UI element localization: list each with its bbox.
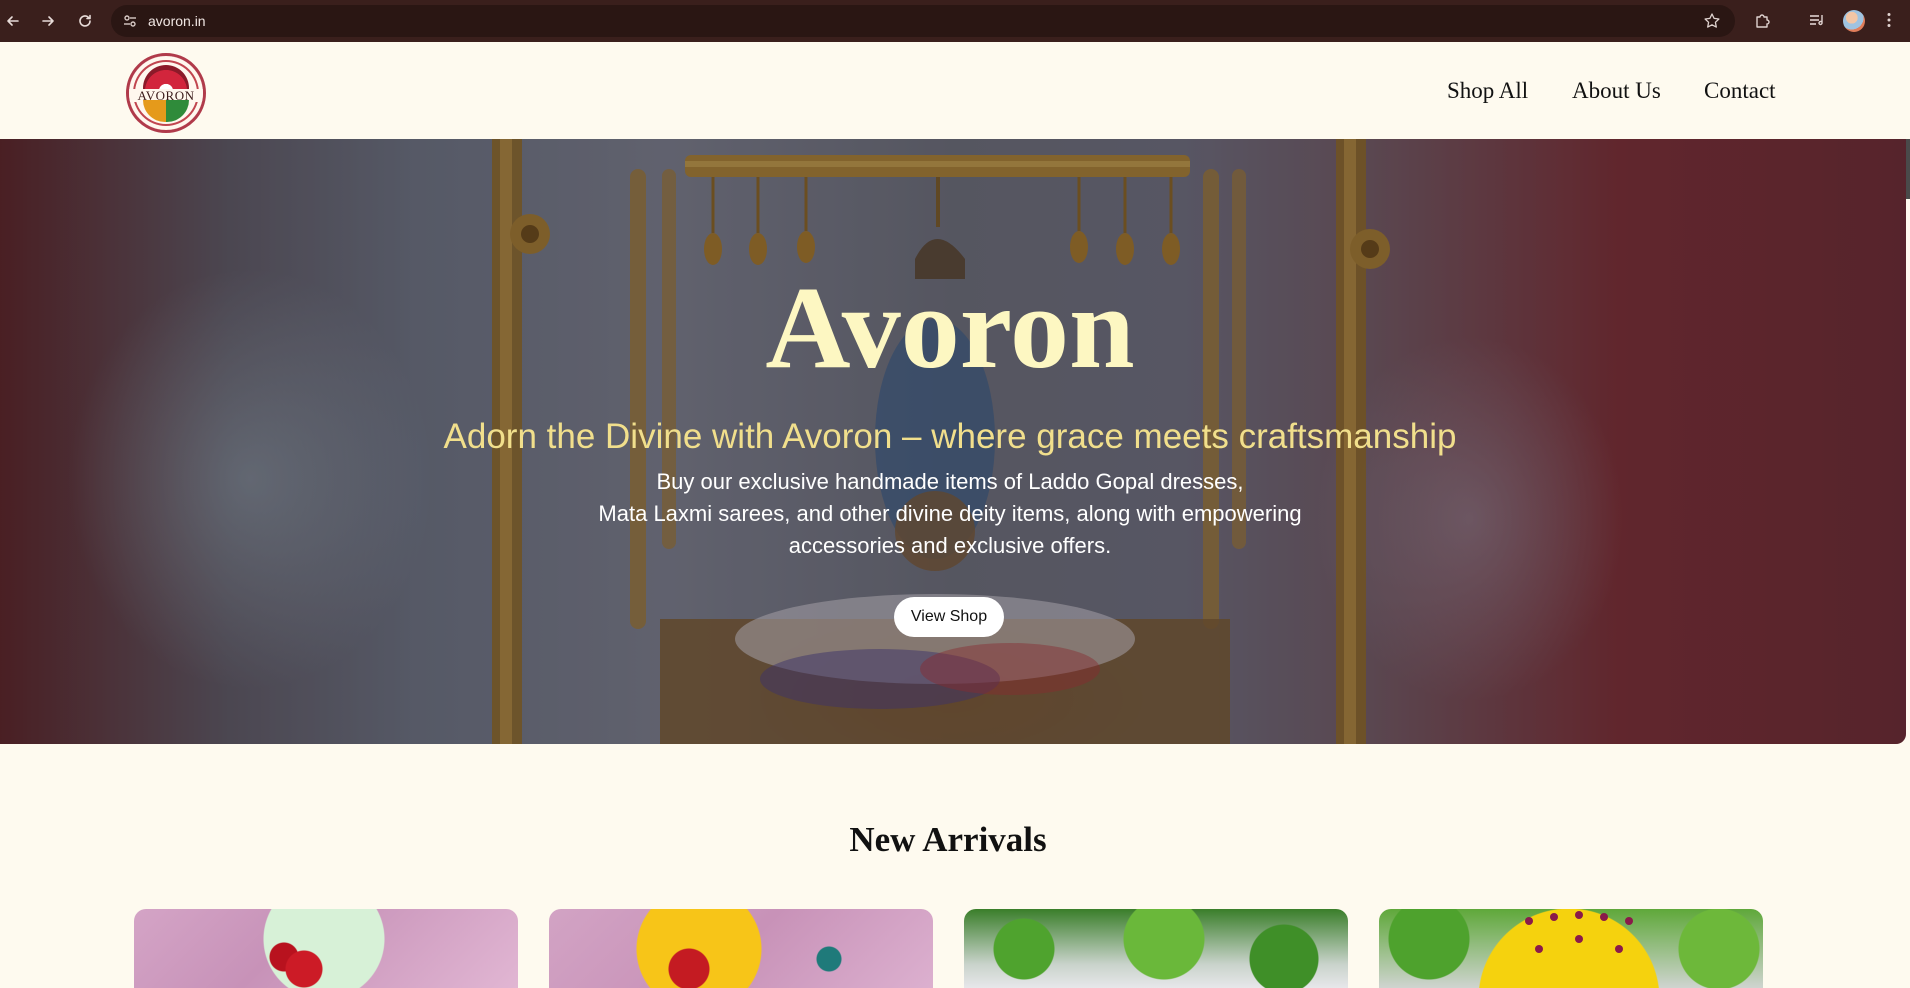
- hero-description-line: accessories and exclusive offers.: [788, 533, 1112, 558]
- tune-icon[interactable]: [121, 12, 139, 30]
- product-image[interactable]: [549, 909, 933, 988]
- hero-banner: Avoron Adorn the Divine with Avoron – wh…: [0, 139, 1906, 744]
- avatar[interactable]: [1843, 10, 1865, 32]
- logo-emblem-bottom: [143, 100, 189, 122]
- view-shop-button[interactable]: View Shop: [894, 597, 1004, 637]
- product-image[interactable]: [964, 909, 1348, 988]
- site-logo[interactable]: AVORON: [126, 53, 206, 133]
- product-image[interactable]: [134, 909, 518, 988]
- arrow-left-icon: [7, 16, 19, 26]
- hero-description: Buy our exclusive handmade items of Ladd…: [500, 466, 1400, 562]
- site-header: AVORON Shop All About Us Contact: [0, 42, 1910, 139]
- hero-title: Avoron: [765, 262, 1135, 393]
- arrow-right-icon: [42, 16, 54, 26]
- hero-description-line: Mata Laxmi sarees, and other divine deit…: [598, 501, 1302, 526]
- forward-button[interactable]: [35, 8, 61, 34]
- product-image-detail: [1525, 911, 1633, 953]
- product-card[interactable]: [134, 909, 518, 988]
- media-control-button[interactable]: [1806, 9, 1828, 31]
- url-text[interactable]: avoron.in: [148, 13, 206, 29]
- nav-shop-all[interactable]: Shop All: [1447, 78, 1528, 104]
- back-button[interactable]: [0, 8, 26, 34]
- new-arrivals-title: New Arrivals: [849, 820, 1047, 859]
- browser-menu-button[interactable]: [1878, 9, 1900, 31]
- extensions-button[interactable]: [1752, 9, 1774, 31]
- product-card[interactable]: [549, 909, 933, 988]
- browser-toolbar: avoron.in: [0, 0, 1910, 42]
- kebab-menu-icon: [1887, 13, 1891, 27]
- address-bar[interactable]: avoron.in: [111, 5, 1735, 37]
- puzzle-icon: [1756, 14, 1770, 28]
- star-icon[interactable]: [1703, 12, 1721, 30]
- hero-description-line: Buy our exclusive handmade items of Ladd…: [656, 469, 1244, 494]
- page-scrollbar[interactable]: [1906, 139, 1910, 199]
- product-card[interactable]: [1379, 909, 1763, 988]
- nav-about-us[interactable]: About Us: [1572, 78, 1661, 104]
- hero-tagline: Adorn the Divine with Avoron – where gra…: [443, 417, 1457, 456]
- reload-button[interactable]: [72, 8, 98, 34]
- reload-icon: [79, 14, 91, 27]
- nav-contact[interactable]: Contact: [1704, 78, 1776, 104]
- product-card[interactable]: [964, 909, 1348, 988]
- media-control-icon: [1810, 15, 1823, 26]
